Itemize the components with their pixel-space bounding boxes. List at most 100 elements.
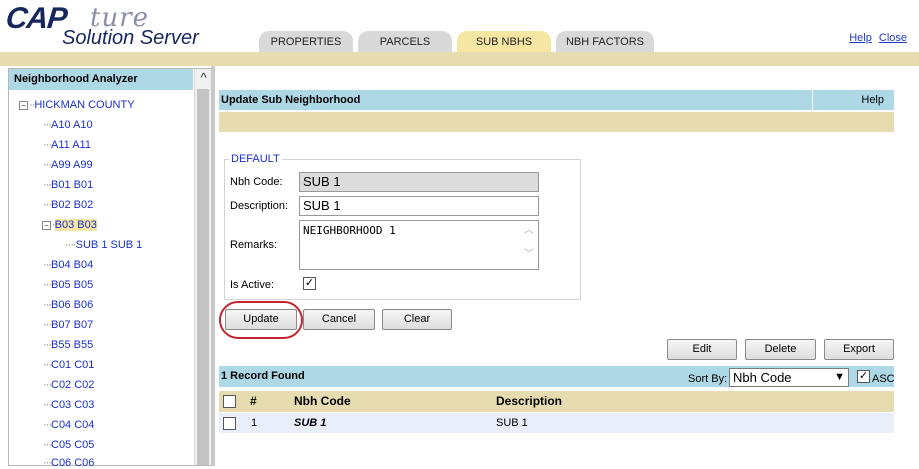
- tree-item[interactable]: ···B07 B07: [43, 319, 93, 331]
- form-title: Update Sub Neighborhood: [221, 94, 361, 106]
- tree-item[interactable]: ···C04 C04: [43, 419, 94, 431]
- tree-item[interactable]: ···C06 C06: [43, 457, 94, 469]
- chevron-up-icon[interactable]: ︿: [522, 224, 536, 238]
- tree-root-hickman-county[interactable]: − ··HICKMAN COUNTY: [19, 99, 135, 111]
- tree-item[interactable]: ···A99 A99: [43, 159, 93, 171]
- tab-parcels[interactable]: PARCELS: [358, 31, 452, 52]
- update-button[interactable]: Update: [225, 309, 297, 330]
- sidebar: Neighborhood Analyzer ^ − ··HICKMAN COUNT…: [8, 68, 211, 469]
- tree-item[interactable]: ···A11 A11: [43, 139, 91, 151]
- tree-item-sub-1[interactable]: ····SUB 1 SUB 1: [65, 239, 142, 251]
- select-all-checkbox[interactable]: [223, 395, 236, 408]
- tree-item-label: B03 B03: [54, 219, 97, 231]
- tree-item[interactable]: ···B55 B55: [43, 339, 93, 351]
- table-row[interactable]: 1 SUB 1 SUB 1: [219, 413, 894, 433]
- tab-label: PARCELS: [379, 36, 431, 48]
- tree-item[interactable]: ···C03 C03: [43, 399, 94, 411]
- tree-item[interactable]: ···B06 B06: [43, 299, 93, 311]
- is-active-label: Is Active:: [230, 279, 275, 291]
- tree-item-label: C06 C06: [51, 457, 95, 469]
- is-active-checkbox[interactable]: ✓: [303, 277, 316, 290]
- record-count: 1 Record Found: [221, 370, 305, 382]
- tree-item-label: B07 B07: [51, 319, 94, 331]
- tab-label: PROPERTIES: [270, 36, 342, 48]
- tree-item-label: C04 C04: [51, 419, 95, 431]
- column-description[interactable]: Description: [496, 391, 562, 411]
- nbh-code-field: SUB 1: [299, 172, 539, 192]
- tree-item-label: B02 B02: [51, 199, 94, 211]
- tree-connector: ···: [43, 457, 52, 469]
- tree-item[interactable]: ···B05 B05: [43, 279, 93, 291]
- collapse-icon[interactable]: −: [42, 220, 51, 230]
- tab-nbh-factors[interactable]: NBH FACTORS: [556, 31, 654, 52]
- tree-connector: ···: [43, 199, 52, 211]
- tree-item-label: B55 B55: [51, 339, 94, 351]
- form-help-button[interactable]: Help: [812, 90, 894, 110]
- tree-connector: ···: [43, 399, 52, 411]
- tab-properties[interactable]: PROPERTIES: [259, 31, 353, 52]
- tab-sub-nbhs[interactable]: SUB NBHS: [457, 31, 551, 52]
- collapse-icon[interactable]: −: [19, 100, 28, 110]
- asc-checkbox[interactable]: ✓: [857, 370, 870, 383]
- column-nbh-code[interactable]: Nbh Code: [294, 391, 351, 411]
- form-toolbar-strip: [219, 112, 894, 132]
- tree-item-label: A10 A10: [51, 119, 93, 131]
- tree-connector: ···: [43, 379, 52, 391]
- row-checkbox[interactable]: [223, 417, 236, 430]
- tree-connector: ···: [43, 159, 52, 171]
- delete-button[interactable]: Delete: [745, 339, 816, 360]
- tree-item-label: B06 B06: [51, 299, 94, 311]
- tree-item-b03-selected[interactable]: − ·B03 B03: [42, 219, 97, 231]
- description-field[interactable]: SUB 1: [299, 196, 539, 216]
- tree-item[interactable]: ···C05 C05: [43, 439, 94, 451]
- tree-connector: ···: [43, 359, 52, 371]
- tree-connector: ···: [43, 339, 52, 351]
- tree-item[interactable]: ···B02 B02: [43, 199, 93, 211]
- sidebar-scrollbar[interactable]: ^: [194, 69, 211, 465]
- panel-splitter[interactable]: [211, 66, 215, 466]
- tree-item-label: C03 C03: [51, 399, 95, 411]
- textarea-scroll-arrows[interactable]: ︿ ﹀: [522, 224, 536, 264]
- tree-connector: ···: [43, 419, 52, 431]
- tree-item-label: C02 C02: [51, 379, 95, 391]
- header-divider: [0, 52, 919, 66]
- cancel-button[interactable]: Cancel: [303, 309, 375, 330]
- row-description: SUB 1: [496, 417, 528, 429]
- tree-item-label: A99 A99: [51, 159, 93, 171]
- form-title-bar: Update Sub Neighborhood Help: [219, 90, 894, 110]
- row-nbh-code[interactable]: SUB 1: [294, 413, 326, 433]
- tree-connector: ····: [65, 239, 77, 251]
- tree-item[interactable]: ···B04 B04: [43, 259, 93, 271]
- sort-by-label: Sort By:: [688, 373, 728, 385]
- sort-by-select[interactable]: Nbh Code ▼: [729, 368, 849, 387]
- tab-label: SUB NBHS: [475, 36, 533, 48]
- chevron-down-icon[interactable]: ﹀: [522, 248, 536, 262]
- tree-item-label: B04 B04: [51, 259, 94, 271]
- sort-by-value: Nbh Code: [733, 370, 792, 385]
- sidebar-title: Neighborhood Analyzer: [9, 69, 193, 90]
- logo-subtitle: Solution Server: [62, 27, 199, 49]
- fieldset-legend: DEFAULT: [231, 153, 280, 165]
- tree-item[interactable]: ···C02 C02: [43, 379, 94, 391]
- tree-connector: ···: [43, 299, 52, 311]
- edit-button[interactable]: Edit: [667, 339, 737, 360]
- close-link[interactable]: Close: [879, 32, 907, 44]
- remarks-field[interactable]: NEIGHBORHOOD 1 ︿ ﹀: [299, 220, 539, 270]
- tree-connector: ···: [43, 139, 52, 151]
- tree-item-label: A11 A11: [51, 139, 91, 151]
- tree-item-label: B01 B01: [51, 179, 94, 191]
- clear-button[interactable]: Clear: [382, 309, 452, 330]
- tree-item[interactable]: ···B01 B01: [43, 179, 93, 191]
- tree-connector: ···: [43, 319, 52, 331]
- tree-item[interactable]: ···A10 A10: [43, 119, 93, 131]
- scroll-up-icon[interactable]: ^: [195, 69, 212, 86]
- chevron-down-icon: ▼: [834, 371, 845, 383]
- nbh-code-label: Nbh Code:: [230, 176, 283, 188]
- tree-item[interactable]: ···C01 C01: [43, 359, 94, 371]
- tree-connector: ···: [43, 439, 52, 451]
- tree-connector: ···: [43, 179, 52, 191]
- help-link[interactable]: Help: [849, 32, 872, 44]
- export-button[interactable]: Export: [824, 339, 894, 360]
- scroll-thumb[interactable]: [197, 89, 209, 465]
- tree-connector: ···: [43, 119, 52, 131]
